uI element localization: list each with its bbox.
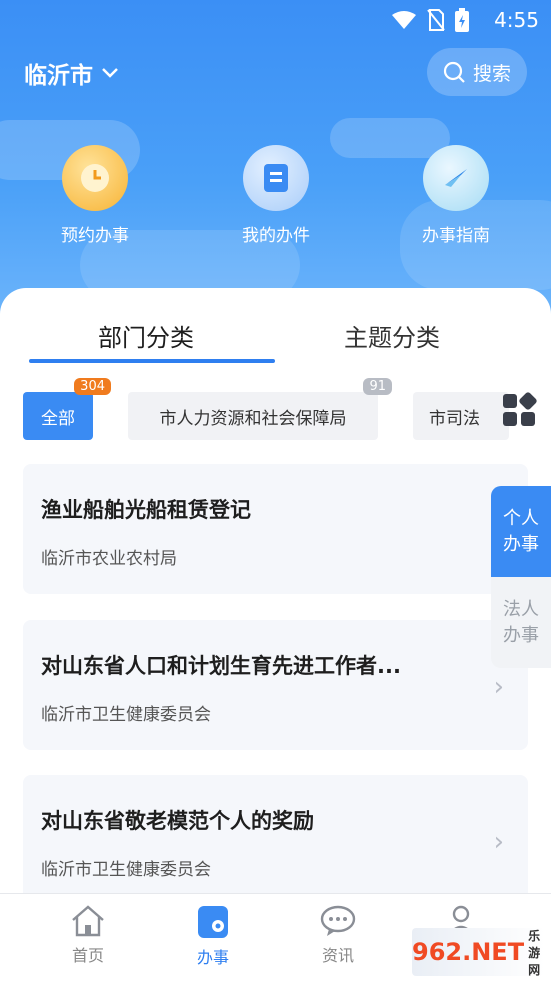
tab-department[interactable]: 部门分类 <box>98 318 194 353</box>
chip-justice-bureau[interactable]: 市司法 <box>413 392 509 440</box>
watermark-logo: 962.NET 乐游网 <box>412 928 545 977</box>
item-department: 临沂市卫生健康委员会 <box>41 705 211 725</box>
service-book-icon <box>198 906 228 938</box>
nav-label: 资讯 <box>321 946 354 965</box>
nav-services[interactable]: 办事 <box>168 904 258 968</box>
quick-action-label: 办事指南 <box>422 226 490 246</box>
watermark-brand: 962.NET <box>412 938 525 966</box>
chevron-right-icon: › <box>493 672 504 702</box>
active-tab-indicator <box>29 359 275 363</box>
item-title: 对山东省敬老模范个人的奖励 <box>41 809 314 833</box>
nav-home[interactable]: 首页 <box>43 904 133 966</box>
list-item[interactable]: 对山东省敬老模范个人的奖励 临沂市卫生健康委员会 › <box>23 775 528 905</box>
quick-action-guide[interactable]: 办事指南 <box>391 145 521 246</box>
nav-label: 首页 <box>71 946 104 965</box>
search-label: 搜索 <box>472 62 511 85</box>
no-sim-icon <box>427 9 445 31</box>
item-department: 临沂市农业农村局 <box>41 549 177 569</box>
chevron-down-icon <box>102 68 118 78</box>
quick-action-label: 我的办件 <box>242 226 310 246</box>
quick-action-appointment[interactable]: 预约办事 <box>30 145 160 246</box>
chip-label: 市人力资源和社会保障局 <box>159 408 347 429</box>
quick-action-my-cases[interactable]: 我的办件 <box>211 145 341 246</box>
status-time: 4:55 <box>494 8 539 32</box>
status-bar: 4:55 <box>0 0 551 40</box>
chat-bubble-icon <box>320 905 356 936</box>
grid-menu-icon[interactable] <box>501 392 537 428</box>
tab-theme[interactable]: 主题分类 <box>344 318 440 353</box>
chevron-right-icon: › <box>493 827 504 857</box>
home-icon <box>72 905 104 937</box>
search-button[interactable]: 搜索 <box>427 48 527 96</box>
quick-action-label: 预约办事 <box>61 226 129 246</box>
city-label: 临沂市 <box>24 63 93 89</box>
clock-icon <box>62 145 128 211</box>
item-department: 临沂市卫生健康委员会 <box>41 860 211 880</box>
side-tab-text: 个人 <box>503 507 539 529</box>
chip-label: 市司法 <box>429 408 480 429</box>
count-badge: 304 <box>74 378 111 395</box>
nav-label: 办事 <box>196 948 229 967</box>
side-tab-text: 办事 <box>503 624 539 646</box>
search-icon <box>443 61 465 83</box>
city-selector[interactable]: 临沂市 <box>24 56 119 90</box>
side-tab-panel: 个人 办事 法人 办事 <box>491 486 551 668</box>
watermark-sub: 乐游网 <box>528 928 541 977</box>
item-title: 对山东省人口和计划生育先进工作者... <box>41 654 401 678</box>
document-icon <box>243 145 309 211</box>
list-item[interactable]: 渔业船舶光船租赁登记 临沂市农业农村局 <box>23 464 528 594</box>
wifi-icon <box>392 11 416 29</box>
side-tab-text: 法人 <box>503 598 539 620</box>
chip-all[interactable]: 全部 304 <box>23 378 111 440</box>
category-tabs: 部门分类 主题分类 <box>0 288 551 368</box>
side-tab-legal-person[interactable]: 法人 办事 <box>491 577 551 668</box>
item-title: 渔业船舶光船租赁登记 <box>41 498 251 522</box>
chip-label: 全部 <box>41 408 75 429</box>
compass-icon <box>423 145 489 211</box>
count-badge: 91 <box>363 378 392 395</box>
battery-icon <box>455 8 469 32</box>
side-tab-text: 办事 <box>503 533 539 555</box>
chip-hr-bureau[interactable]: 市人力资源和社会保障局 91 <box>128 378 392 440</box>
side-tab-personal[interactable]: 个人 办事 <box>491 486 551 577</box>
nav-news[interactable]: 资讯 <box>293 904 383 966</box>
list-item[interactable]: 对山东省人口和计划生育先进工作者... 临沂市卫生健康委员会 › <box>23 620 528 750</box>
